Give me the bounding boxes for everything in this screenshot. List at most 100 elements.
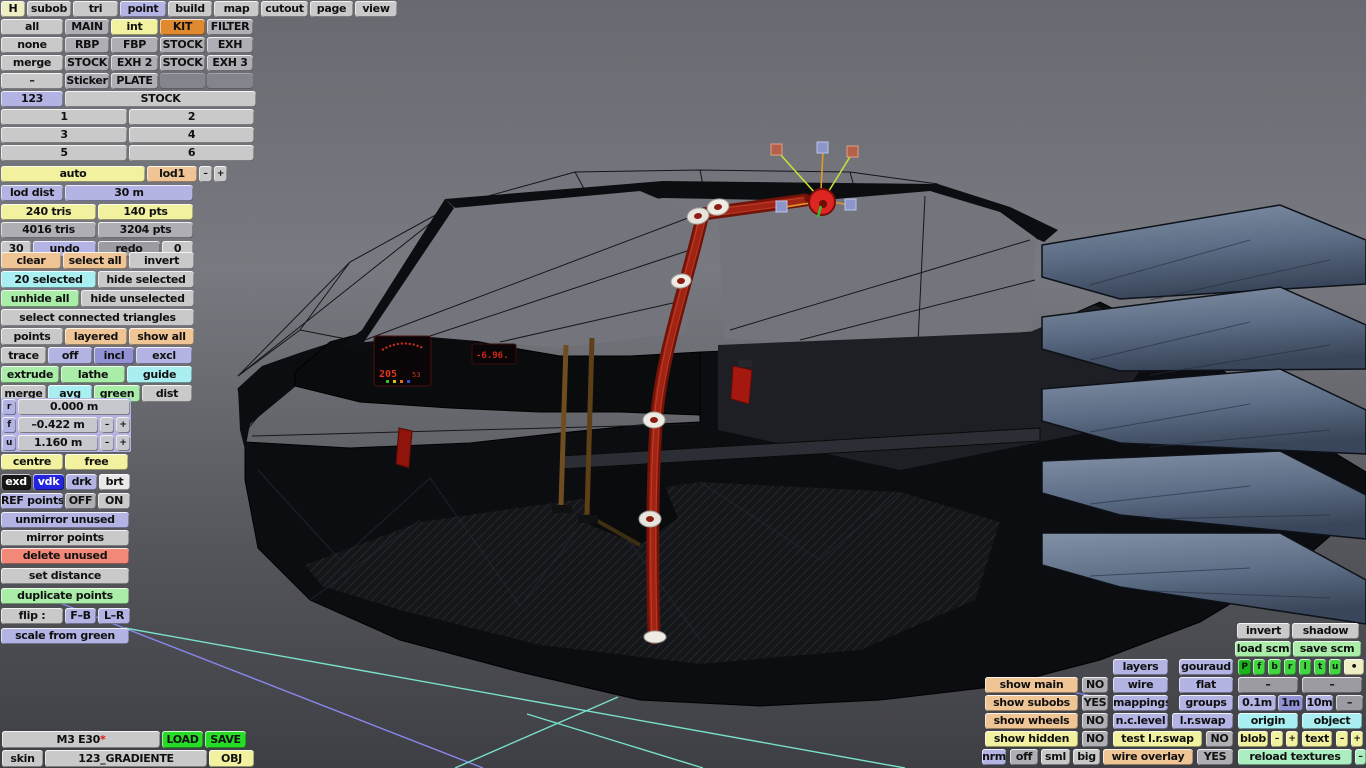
merge-button[interactable]: merge — [1, 55, 63, 71]
exd-button[interactable]: exd — [1, 474, 31, 490]
h-button[interactable]: H — [1, 1, 25, 17]
view-button[interactable]: view — [355, 1, 397, 17]
f-button[interactable]: f — [2, 417, 16, 433]
2-button[interactable]: 2 — [129, 109, 254, 125]
f-b-button[interactable]: F–B — [65, 608, 96, 624]
filter-button[interactable]: FILTER — [207, 19, 253, 35]
show-wheels-button[interactable]: show wheels — [985, 713, 1078, 729]
invert-button[interactable]: invert — [1237, 623, 1290, 639]
wire-overlay-button[interactable]: wire overlay — [1103, 749, 1193, 765]
unmirror-unused-button[interactable]: unmirror unused — [1, 512, 129, 528]
1m-button[interactable]: 1m — [1278, 695, 1303, 711]
obj-button[interactable]: OBJ — [209, 750, 254, 767]
6-button[interactable]: 6 — [129, 145, 254, 161]
r-button[interactable]: r — [1284, 659, 1296, 675]
1-160-m-button[interactable]: 1.160 m — [18, 435, 98, 451]
gizmo-handle-square[interactable] — [770, 143, 783, 156]
exh-2-button[interactable]: EXH 2 — [111, 55, 158, 71]
save-button[interactable]: SAVE — [205, 731, 246, 748]
flip-button[interactable]: flip : — [1, 608, 63, 624]
points-button[interactable]: points — [1, 328, 63, 345]
plus-button[interactable]: + — [116, 435, 130, 451]
all-button[interactable]: all — [1, 19, 63, 35]
load-button[interactable]: LOAD — [162, 731, 203, 748]
stock-button[interactable]: STOCK — [65, 91, 256, 107]
off-button[interactable]: off — [48, 347, 92, 364]
1-button[interactable]: 1 — [1, 109, 127, 125]
object-button[interactable]: object — [1302, 713, 1362, 729]
on-button[interactable]: ON — [98, 493, 130, 509]
page-button[interactable]: page — [310, 1, 353, 17]
l-button[interactable]: l — [1299, 659, 1311, 675]
brt-button[interactable]: brt — [99, 474, 130, 490]
excl-button[interactable]: excl — [136, 347, 192, 364]
drk-button[interactable]: drk — [66, 474, 97, 490]
n-c-level-button[interactable]: n.c.level — [1113, 713, 1168, 729]
build-button[interactable]: build — [168, 1, 212, 17]
mappings-button[interactable]: mappings — [1113, 695, 1168, 711]
guide-button[interactable]: guide — [127, 366, 192, 383]
minus-button[interactable]: – — [1336, 731, 1348, 747]
blob-button[interactable]: blob — [1238, 731, 1268, 747]
minus-button[interactable]: – — [199, 166, 212, 182]
map-button[interactable]: map — [214, 1, 259, 17]
off-button[interactable]: OFF — [65, 493, 96, 509]
show-all-button[interactable]: show all — [129, 328, 194, 345]
point-button[interactable]: point — [120, 1, 166, 17]
save-scm-button[interactable]: save scm — [1293, 641, 1361, 657]
dot-toggle[interactable]: • — [1344, 659, 1364, 675]
140-pts-button[interactable]: 140 pts — [98, 204, 193, 220]
plate-button[interactable]: PLATE — [111, 73, 158, 89]
minus-button[interactable]: – — [100, 435, 114, 451]
4016-tris-button[interactable]: 4016 tris — [1, 222, 96, 238]
no-button[interactable]: NO — [1206, 731, 1233, 747]
off-button[interactable]: off — [1010, 749, 1038, 765]
stock-button[interactable]: STOCK — [160, 55, 205, 71]
hide-selected-button[interactable]: hide selected — [98, 271, 194, 288]
set-distance-button[interactable]: set distance — [1, 568, 129, 584]
240-tris-button[interactable]: 240 tris — [1, 204, 96, 220]
mirror-points-button[interactable]: mirror points — [1, 530, 129, 546]
load-scm-button[interactable]: load scm — [1235, 641, 1291, 657]
reload-textures-button[interactable]: reload textures — [1238, 749, 1352, 765]
minus-button[interactable]: – — [1336, 695, 1363, 711]
l-r-swap-button[interactable]: l.r.swap — [1172, 713, 1233, 729]
r-button[interactable]: r — [2, 399, 16, 415]
10m-button[interactable]: 10m — [1306, 695, 1333, 711]
minus-button[interactable]: – — [1271, 731, 1283, 747]
trace-button[interactable]: trace — [1, 347, 46, 364]
nrm-button[interactable]: nrm — [982, 749, 1006, 765]
test-l-r-swap-button[interactable]: test l.r.swap — [1113, 731, 1202, 747]
fbp-button[interactable]: FBP — [111, 37, 158, 53]
free-button[interactable]: free — [65, 454, 128, 470]
duplicate-points-button[interactable]: duplicate points — [1, 588, 129, 604]
minus-button[interactable]: – — [1302, 677, 1362, 693]
plus-button[interactable]: + — [116, 417, 130, 433]
stock-button[interactable]: STOCK — [160, 37, 205, 53]
minus-button[interactable]: – — [1, 73, 63, 89]
text-button[interactable]: text — [1302, 731, 1332, 747]
cutout-button[interactable]: cutout — [261, 1, 308, 17]
b-button[interactable]: b — [1268, 659, 1281, 675]
wire-button[interactable]: wire — [1113, 677, 1168, 693]
extrude-button[interactable]: extrude — [1, 366, 59, 383]
0-000-m-button[interactable]: 0.000 m — [18, 399, 130, 415]
f-button[interactable]: f — [1253, 659, 1265, 675]
select-all-button[interactable]: select all — [63, 252, 127, 269]
no-button[interactable]: NO — [1082, 677, 1108, 693]
u-button[interactable]: u — [1329, 659, 1341, 675]
no-button[interactable]: NO — [1082, 731, 1108, 747]
model-name-button[interactable]: M3 E30* — [2, 731, 160, 748]
flat-button[interactable]: flat — [1179, 677, 1233, 693]
l-r-button[interactable]: L–R — [98, 608, 130, 624]
gizmo-handle-square[interactable] — [816, 141, 829, 154]
gouraud-button[interactable]: gouraud — [1179, 659, 1233, 675]
plus-button[interactable]: + — [214, 166, 227, 182]
gizmo-handle-square[interactable] — [775, 200, 788, 213]
shadow-button[interactable]: shadow — [1292, 623, 1359, 639]
rbp-button[interactable]: RBP — [65, 37, 109, 53]
show-hidden-button[interactable]: show hidden — [985, 731, 1078, 747]
scale-from-green-button[interactable]: scale from green — [1, 628, 129, 644]
yes-button[interactable]: YES — [1082, 695, 1108, 711]
subob-button[interactable]: subob — [27, 1, 71, 17]
